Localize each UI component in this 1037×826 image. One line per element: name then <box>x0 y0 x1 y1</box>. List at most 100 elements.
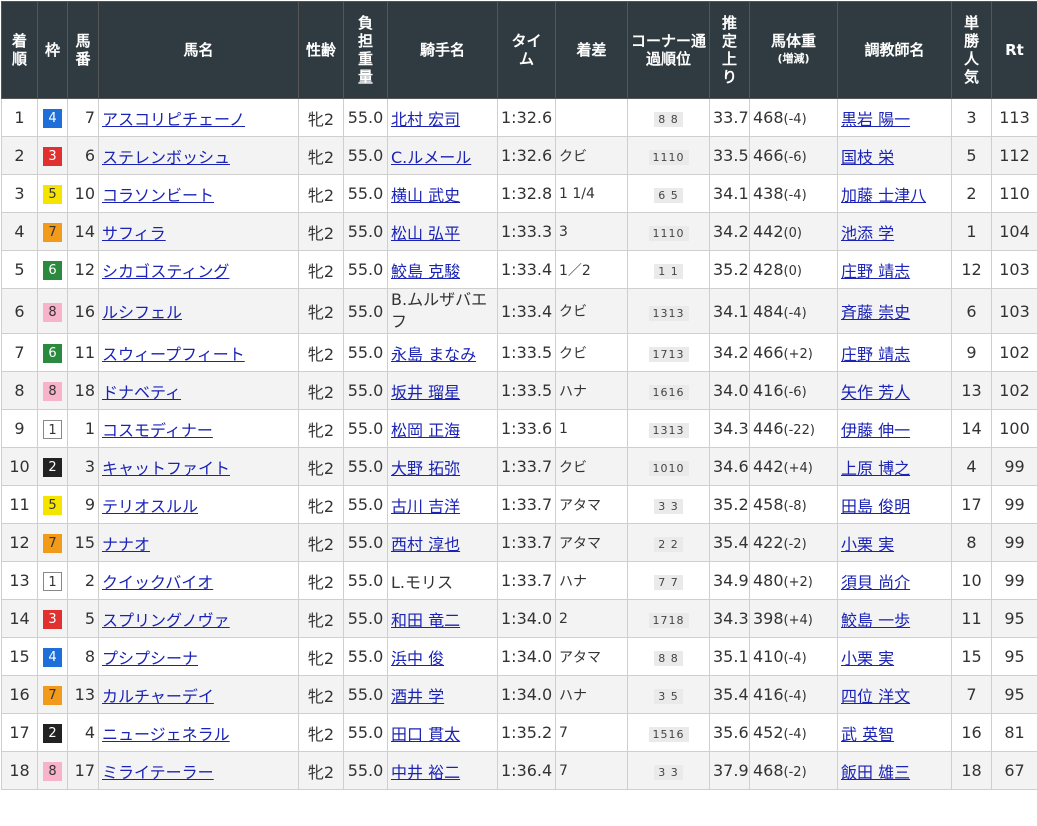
jockey-link[interactable]: 中井 裕二 <box>391 763 460 782</box>
horse-name-link[interactable]: キャットファイト <box>102 459 230 478</box>
trainer-link[interactable]: 小栗 実 <box>841 535 894 554</box>
rating-cell: 99 <box>992 486 1037 524</box>
horse-name-link[interactable]: ルシフェル <box>102 303 182 322</box>
trainer-link[interactable]: 鮫島 一歩 <box>841 611 910 630</box>
body-weight-value: 442 <box>753 222 784 241</box>
header-horse-name[interactable]: 馬名 <box>99 2 299 99</box>
horse-name-link[interactable]: ステレンボッシュ <box>102 148 230 167</box>
header-rank[interactable]: 着順 <box>2 2 38 99</box>
rank-cell: 18 <box>2 752 38 790</box>
trainer-link[interactable]: 小栗 実 <box>841 649 894 668</box>
trainer-link[interactable]: 黒岩 陽一 <box>841 110 910 129</box>
corner-order: 8 8 <box>654 112 683 127</box>
rank-cell: 2 <box>2 137 38 175</box>
jockey-link[interactable]: 古川 吉洋 <box>391 497 460 516</box>
trainer-link[interactable]: 庄野 靖志 <box>841 345 910 364</box>
weight-cell: 55.0 <box>344 334 388 372</box>
horse-name-link[interactable]: ミライテーラー <box>102 763 214 782</box>
rating-cell: 103 <box>992 251 1037 289</box>
trainer-link[interactable]: 四位 洋文 <box>841 687 910 706</box>
jockey-link[interactable]: 酒井 学 <box>391 687 444 706</box>
horse-name-link[interactable]: ニュージェネラル <box>102 725 230 744</box>
body-weight-cell: 438(-4) <box>750 175 838 213</box>
margin-cell: 2 <box>556 600 628 638</box>
jockey-link[interactable]: 北村 宏司 <box>391 110 460 129</box>
jockey-link[interactable]: 永島 まなみ <box>391 345 476 364</box>
body-weight-cell: 442(+4) <box>750 448 838 486</box>
trainer-link[interactable]: 矢作 芳人 <box>841 383 910 402</box>
trainer-link[interactable]: 飯田 雄三 <box>841 763 910 782</box>
body-weight-change: (-6) <box>784 150 807 165</box>
trainer-link[interactable]: 上原 博之 <box>841 459 910 478</box>
trainer-link[interactable]: 斉藤 崇史 <box>841 303 910 322</box>
horse-name-link[interactable]: ドナベティ <box>102 383 181 402</box>
sex-age-cell: 牝2 <box>299 213 344 251</box>
waku-badge: 5 <box>43 496 62 515</box>
trainer-link[interactable]: 須貝 尚介 <box>841 573 910 592</box>
jockey-link[interactable]: C.ルメール <box>391 148 471 167</box>
trainer-link[interactable]: 加藤 士津八 <box>841 186 926 205</box>
trainer-link[interactable]: 池添 学 <box>841 224 894 243</box>
sex-age-cell: 牝2 <box>299 600 344 638</box>
horse-name-link[interactable]: サフィラ <box>102 224 166 243</box>
time-cell: 1:33.3 <box>498 213 556 251</box>
corner-order: 1616 <box>649 385 689 400</box>
body-weight-cell: 458(-8) <box>750 486 838 524</box>
jockey-link[interactable]: 浜中 俊 <box>391 649 444 668</box>
header-jockey[interactable]: 騎手名 <box>388 2 498 99</box>
jockey-link[interactable]: 西村 淳也 <box>391 535 460 554</box>
jockey-link[interactable]: 坂井 瑠星 <box>391 383 460 402</box>
header-margin[interactable]: 着差 <box>556 2 628 99</box>
waku-badge: 7 <box>43 534 62 553</box>
header-waku[interactable]: 枠 <box>38 2 68 99</box>
jockey-link[interactable]: 横山 武史 <box>391 186 460 205</box>
header-corner[interactable]: コーナー通過順位 <box>628 2 710 99</box>
horse-name-link[interactable]: カルチャーデイ <box>102 687 214 706</box>
jockey-link[interactable]: 松山 弘平 <box>391 224 460 243</box>
horse-name-link[interactable]: コスモディナー <box>102 421 213 440</box>
jockey-link[interactable]: 和田 竜二 <box>391 611 460 630</box>
trainer-link[interactable]: 庄野 靖志 <box>841 262 910 281</box>
popularity-cell: 17 <box>952 486 992 524</box>
horse-name-link[interactable]: スプリングノヴァ <box>102 611 230 630</box>
corner-cell: 3 3 <box>628 752 710 790</box>
horse-name-link[interactable]: アスコリピチェーノ <box>102 110 245 129</box>
body-weight-change: (-4) <box>784 188 807 203</box>
body-weight-change: (0) <box>784 264 802 279</box>
header-umaban[interactable]: 馬番 <box>68 2 99 99</box>
rating-cell: 95 <box>992 638 1037 676</box>
sex-age-cell: 牝2 <box>299 752 344 790</box>
horse-name-link[interactable]: ナナオ <box>102 535 150 554</box>
jockey-link[interactable]: 松岡 正海 <box>391 421 460 440</box>
trainer-link[interactable]: 伊藤 伸一 <box>841 421 910 440</box>
header-sex-age[interactable]: 性齢 <box>299 2 344 99</box>
header-trainer[interactable]: 調教師名 <box>838 2 952 99</box>
trainer-link[interactable]: 田島 俊明 <box>841 497 910 516</box>
table-row: 3510コラソンビート牝255.0横山 武史1:32.81 1/46 534.1… <box>2 175 1037 213</box>
trainer-link[interactable]: 国枝 栄 <box>841 148 894 167</box>
body-weight-cell: 468(-4) <box>750 99 838 137</box>
header-body-weight[interactable]: 馬体重(増減) <box>750 2 838 99</box>
rating-cell: 99 <box>992 562 1037 600</box>
waku-badge: 4 <box>43 109 62 128</box>
header-last3f[interactable]: 推定上り <box>710 2 750 99</box>
margin-cell: 1／2 <box>556 251 628 289</box>
header-time[interactable]: タイム <box>498 2 556 99</box>
header-weight[interactable]: 負担重量 <box>344 2 388 99</box>
header-popularity[interactable]: 単勝人気 <box>952 2 992 99</box>
horse-name-link[interactable]: クイックバイオ <box>102 573 213 592</box>
jockey-link[interactable]: 田口 貫太 <box>391 725 460 744</box>
header-rating[interactable]: Rt <box>992 2 1037 99</box>
jockey-link[interactable]: 大野 拓弥 <box>391 459 460 478</box>
popularity-cell: 16 <box>952 714 992 752</box>
corner-order: 1110 <box>649 226 689 241</box>
jockey-link[interactable]: 鮫島 克駿 <box>391 262 460 281</box>
weight-cell: 55.0 <box>344 752 388 790</box>
horse-name-link[interactable]: コラソンビート <box>102 186 214 205</box>
trainer-link[interactable]: 武 英智 <box>841 725 894 744</box>
horse-name-link[interactable]: プシプシーナ <box>102 649 198 668</box>
horse-name-link[interactable]: テリオスルル <box>102 497 198 516</box>
horse-name-link[interactable]: シカゴスティング <box>102 262 229 281</box>
horse-name-link[interactable]: スウィープフィート <box>102 345 245 364</box>
rating-cell: 103 <box>992 289 1037 334</box>
